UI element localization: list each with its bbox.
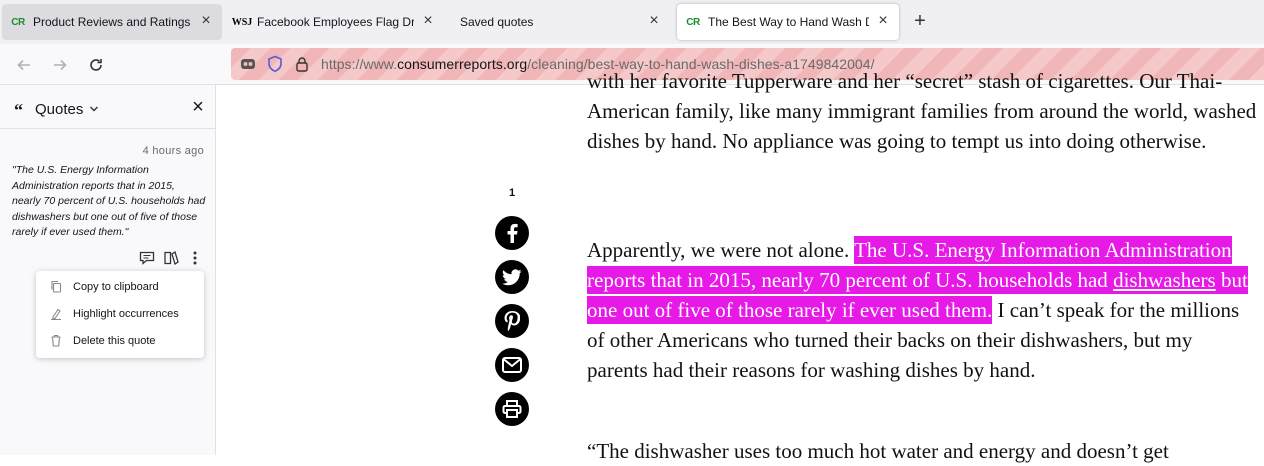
reader-view-icon[interactable] bbox=[162, 249, 180, 267]
quote-icon: “ bbox=[14, 100, 23, 120]
url-prefix: https://www. bbox=[321, 56, 398, 72]
twitter-icon bbox=[502, 268, 522, 285]
tab-title: The Best Way to Hand Wash Dis bbox=[708, 15, 869, 29]
article-paragraph: “The dishwasher uses too much hot water … bbox=[587, 436, 1257, 466]
highlight-icon bbox=[49, 307, 63, 320]
url-path: /cleaning/best-way-to-hand-wash-dishes-a… bbox=[527, 56, 875, 72]
pinterest-icon bbox=[504, 311, 520, 331]
consumer-reports-icon: CR bbox=[686, 16, 700, 28]
quote-text: "The U.S. Energy Information Administrat… bbox=[12, 164, 206, 238]
forward-button[interactable] bbox=[47, 52, 73, 78]
pinterest-share-button[interactable] bbox=[495, 304, 529, 338]
menu-item-label: Highlight occurrences bbox=[73, 307, 179, 320]
back-button[interactable] bbox=[11, 52, 37, 78]
tab-close-icon[interactable]: × bbox=[198, 13, 214, 30]
more-options-icon[interactable] bbox=[186, 249, 204, 267]
tab-title: Product Reviews and Ratings - bbox=[33, 15, 192, 29]
facebook-icon bbox=[507, 223, 518, 243]
print-share-button[interactable] bbox=[495, 392, 529, 426]
share-count: 1 bbox=[508, 187, 516, 199]
tab-best-way-hand-wash[interactable]: CR The Best Way to Hand Wash Dis × bbox=[677, 4, 899, 40]
wsj-icon: WSJ bbox=[231, 16, 253, 28]
menu-item-label: Delete this quote bbox=[73, 334, 156, 347]
menu-item-copy-to-clipboard[interactable]: Copy to clipboard bbox=[36, 273, 204, 300]
reload-button[interactable] bbox=[83, 52, 109, 78]
quote-context-menu: Copy to clipboard Highlight occurrences … bbox=[36, 271, 204, 358]
article-paragraph: Apparently, we were not alone. The U.S. … bbox=[587, 235, 1257, 385]
sidebar-title: Quotes bbox=[35, 101, 84, 118]
quote-timestamp: 4 hours ago bbox=[142, 145, 204, 157]
comment-icon[interactable] bbox=[138, 249, 156, 267]
menu-item-highlight-occurrences[interactable]: Highlight occurrences bbox=[36, 300, 204, 327]
tab-close-icon[interactable]: × bbox=[420, 13, 436, 30]
quotes-sidebar: “ Quotes × 4 hours ago "The U.S. Energy … bbox=[0, 85, 216, 455]
forward-arrow-icon bbox=[54, 59, 67, 71]
chevron-down-icon bbox=[89, 104, 99, 116]
twitter-share-button[interactable] bbox=[495, 260, 529, 294]
print-icon bbox=[502, 400, 522, 418]
quote-actions bbox=[132, 249, 204, 267]
tab-saved-quotes[interactable]: Saved quotes × bbox=[452, 4, 670, 40]
paragraph-text: Apparently, we were not alone. bbox=[587, 238, 855, 262]
trash-icon bbox=[49, 334, 63, 347]
sidebar-title-dropdown[interactable]: “ Quotes bbox=[14, 98, 99, 121]
tab-close-icon[interactable]: × bbox=[646, 13, 662, 30]
tab-close-icon[interactable]: × bbox=[875, 13, 891, 30]
tracking-protection-shield-icon[interactable] bbox=[266, 55, 284, 73]
sidebar-header: “ Quotes × bbox=[0, 85, 215, 129]
email-share-button[interactable] bbox=[495, 348, 529, 382]
tab-facebook-employees[interactable]: WSJ Facebook Employees Flag Drug × bbox=[226, 4, 444, 40]
menu-item-delete-quote[interactable]: Delete this quote bbox=[36, 327, 204, 354]
menu-item-label: Copy to clipboard bbox=[73, 280, 159, 293]
copy-icon bbox=[49, 280, 63, 293]
tab-product-reviews[interactable]: CR Product Reviews and Ratings - × bbox=[2, 4, 222, 40]
url-domain: consumerreports.org bbox=[397, 56, 528, 72]
paragraph-text: “The dishwasher uses too much hot water … bbox=[587, 439, 1169, 463]
paragraph-text: with her favorite Tupperware and her “se… bbox=[587, 69, 1257, 153]
tab-title: Facebook Employees Flag Drug bbox=[257, 15, 414, 29]
article-paragraph: with her favorite Tupperware and her “se… bbox=[587, 69, 1257, 156]
back-arrow-icon bbox=[17, 59, 30, 71]
tab-title: Saved quotes bbox=[460, 15, 534, 29]
dishwashers-link[interactable]: dishwashers bbox=[1113, 268, 1216, 292]
lock-icon[interactable] bbox=[293, 55, 311, 73]
private-browsing-icon bbox=[239, 55, 257, 73]
new-tab-button[interactable]: + bbox=[910, 11, 930, 31]
facebook-share-button[interactable] bbox=[495, 216, 529, 250]
url-text[interactable]: https://www.consumerreports.org/cleaning… bbox=[321, 56, 875, 72]
tab-strip: CR Product Reviews and Ratings - × WSJ F… bbox=[0, 0, 1264, 44]
email-icon bbox=[502, 357, 522, 373]
consumer-reports-icon: CR bbox=[11, 16, 25, 28]
reload-icon bbox=[90, 59, 102, 71]
sidebar-close-button[interactable]: × bbox=[188, 97, 208, 117]
